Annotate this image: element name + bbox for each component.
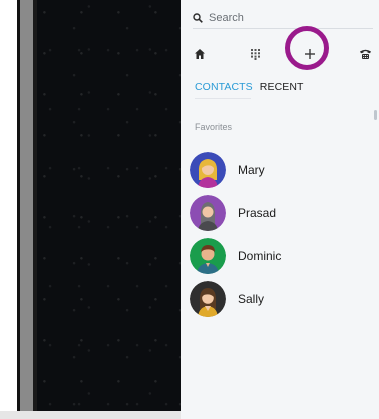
window-edge [0, 0, 17, 419]
phone-icon [359, 49, 371, 59]
contact-tabs: CONTACTS RECENT [195, 81, 304, 97]
contact-item-sally[interactable]: Sally [190, 281, 370, 317]
tab-divider [195, 98, 251, 99]
search-icon [193, 13, 203, 23]
add-contact-button[interactable] [300, 44, 320, 64]
search-placeholder[interactable]: Search [209, 12, 244, 24]
favorites-heading: Favorites [195, 122, 233, 132]
scrollbar-thumb[interactable] [374, 110, 377, 120]
dialpad-icon [250, 49, 260, 60]
taskbar-strip [0, 411, 181, 419]
search-bar[interactable]: Search [193, 8, 373, 29]
tab-contacts[interactable]: CONTACTS [195, 81, 253, 97]
contact-name: Dominic [238, 249, 282, 263]
tab-recent[interactable]: RECENT [260, 81, 304, 97]
avatar-dominic [190, 238, 226, 274]
contact-item-prasad[interactable]: Prasad [190, 195, 370, 231]
contacts-panel: Search CONTACTS RECENT Favorites Mary Pr… [181, 0, 379, 419]
home-icon [195, 49, 205, 59]
contact-name: Sally [238, 292, 265, 306]
toolbar [181, 40, 379, 66]
contact-item-mary[interactable]: Mary [190, 152, 370, 188]
desktop-background [37, 0, 181, 419]
contact-item-dominic[interactable]: Dominic [190, 238, 370, 274]
dialpad-button[interactable] [245, 44, 265, 64]
home-button[interactable] [190, 44, 210, 64]
phone-button[interactable] [355, 44, 375, 64]
avatar-prasad [190, 195, 226, 231]
add-icon [305, 49, 315, 59]
contact-name: Mary [238, 163, 265, 177]
avatar-mary [190, 152, 226, 188]
window-frame [20, 0, 33, 419]
contact-name: Prasad [238, 206, 277, 220]
avatar-sally [190, 281, 226, 317]
